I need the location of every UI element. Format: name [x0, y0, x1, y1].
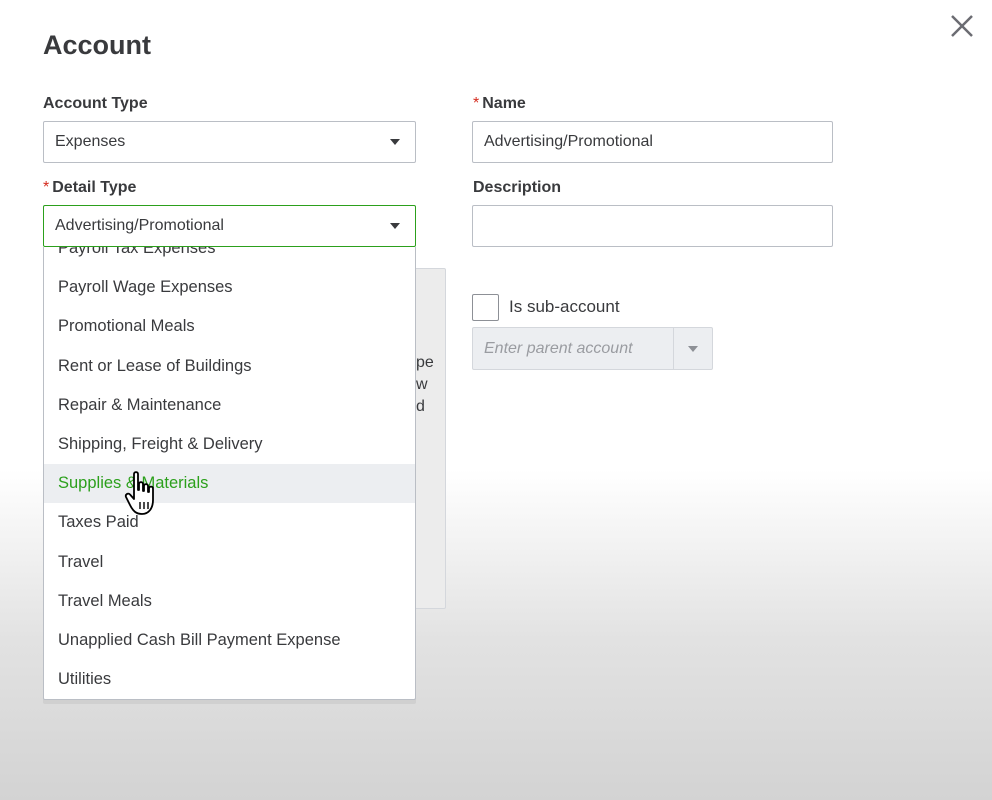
dropdown-option[interactable]: Repair & Maintenance	[44, 386, 415, 425]
dropdown-option[interactable]: Travel Meals	[44, 582, 415, 621]
help-text-fragment: w	[416, 376, 428, 393]
dialog-title: Account	[43, 30, 151, 60]
required-marker: *	[473, 95, 480, 112]
combobox-divider	[673, 328, 674, 369]
dropdown-option[interactable]: Promotional Meals	[44, 307, 415, 346]
parent-account-input[interactable]	[484, 340, 674, 358]
dropdown-option[interactable]: Utilities	[44, 660, 415, 699]
parent-account-combobox[interactable]	[472, 327, 713, 370]
name-label-text: Name	[482, 95, 526, 112]
detail-type-options: Payroll Tax Expenses Payroll Wage Expens…	[44, 247, 415, 699]
chevron-down-icon[interactable]	[688, 346, 698, 352]
sub-account-label: Is sub-account	[509, 297, 620, 316]
detail-type-help-panel	[415, 268, 446, 609]
close-icon[interactable]	[946, 10, 978, 42]
help-text-fragment: d	[416, 398, 425, 415]
dropdown-option[interactable]: Payroll Wage Expenses	[44, 268, 415, 307]
dropdown-option[interactable]: Shipping, Freight & Delivery	[44, 425, 415, 464]
description-label: Description	[473, 179, 562, 196]
detail-type-label: * Detail Type	[43, 179, 136, 197]
description-input[interactable]	[472, 205, 833, 247]
name-input[interactable]: Advertising/Promotional	[472, 121, 833, 163]
detail-type-label-text: Detail Type	[52, 179, 137, 196]
sub-account-checkbox[interactable]	[472, 294, 499, 321]
name-value: Advertising/Promotional	[484, 133, 653, 150]
dropdown-option[interactable]: Taxes Paid	[44, 503, 415, 542]
account-type-value: Expenses	[55, 133, 126, 150]
account-dialog: Account Account Type Expenses * Name Adve…	[0, 0, 992, 800]
help-text-fragment: pe	[416, 354, 434, 371]
dropdown-option-highlighted[interactable]: Supplies & Materials	[44, 464, 415, 504]
required-marker: *	[43, 179, 50, 196]
dropdown-option[interactable]: Payroll Tax Expenses	[44, 247, 415, 268]
dropdown-option[interactable]: Travel	[44, 543, 415, 582]
detail-type-dropdown[interactable]: Payroll Tax Expenses Payroll Wage Expens…	[43, 247, 416, 700]
detail-type-value: Advertising/Promotional	[55, 217, 224, 234]
detail-type-select[interactable]: Advertising/Promotional	[43, 205, 416, 247]
dropdown-option[interactable]: Rent or Lease of Buildings	[44, 347, 415, 386]
account-type-label: Account Type	[43, 95, 148, 112]
dropdown-option[interactable]: Unapplied Cash Bill Payment Expense	[44, 621, 415, 660]
chevron-down-icon	[390, 223, 400, 229]
chevron-down-icon	[390, 139, 400, 145]
name-label: * Name	[473, 95, 526, 113]
account-type-select[interactable]: Expenses	[43, 121, 416, 163]
